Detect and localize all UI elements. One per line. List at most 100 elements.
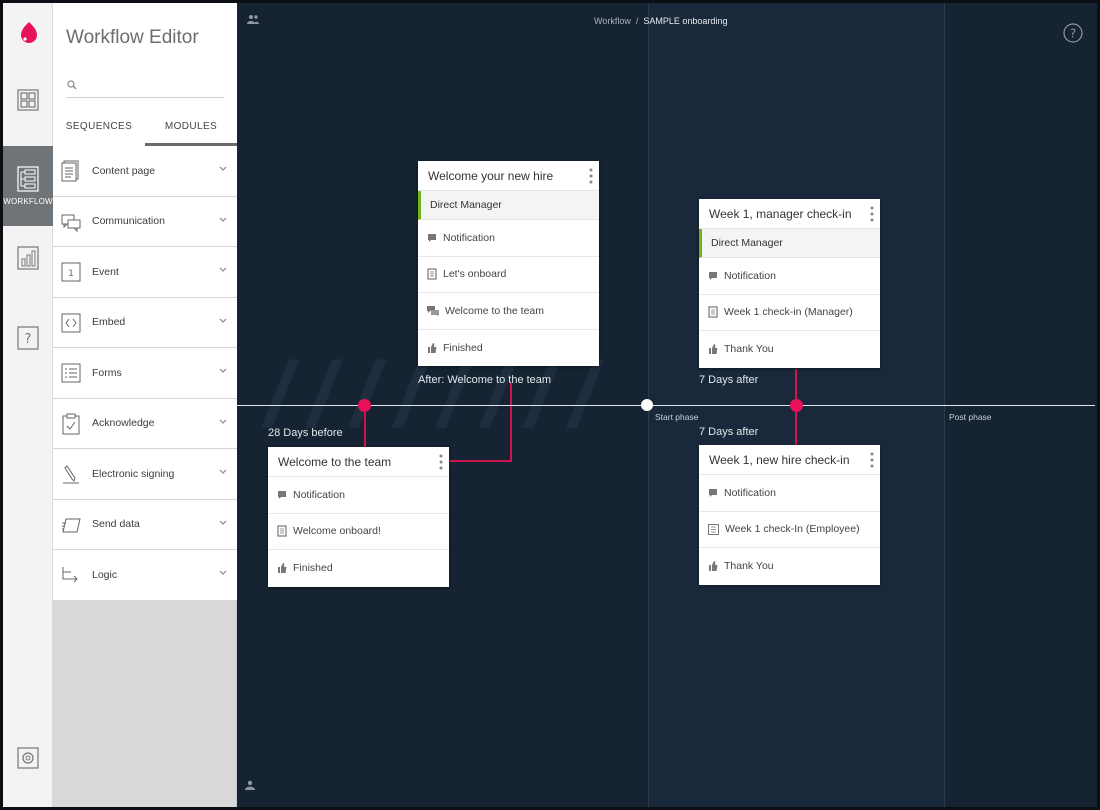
module-communication[interactable]: Communication (53, 196, 237, 247)
connector-line (510, 383, 512, 462)
rail-item-workflow[interactable]: WORKFLOW (3, 146, 53, 226)
svg-text:1: 1 (68, 269, 74, 279)
module-label: Send data (92, 518, 140, 531)
help-circle-icon[interactable]: ? (1063, 23, 1083, 43)
content-page-icon (277, 525, 287, 537)
chevron-down-icon (219, 368, 227, 373)
users-icon[interactable] (247, 14, 259, 24)
card-step-label: Notification (293, 488, 345, 501)
start-phase-node[interactable] (641, 399, 653, 411)
module-electronic-signing[interactable]: Electronic signing (53, 449, 237, 500)
electronic-signing-icon (63, 465, 79, 484)
card-step[interactable]: Thank You (699, 331, 880, 368)
connector-line (795, 411, 797, 445)
app-logo (21, 22, 37, 43)
card-step-label: Welcome onboard! (293, 525, 381, 538)
card-step[interactable]: Welcome to the team (418, 293, 599, 330)
card-role: Direct Manager (699, 229, 880, 258)
card-step[interactable]: Notification (268, 477, 449, 514)
logic-icon (62, 567, 78, 583)
card-step[interactable]: Notification (699, 258, 880, 295)
card-step[interactable]: Finished (268, 550, 449, 587)
module-label: Embed (92, 316, 126, 329)
rail-item-help[interactable]: ? (3, 313, 53, 363)
page-title: Workflow Editor (66, 27, 199, 48)
module-list: Content page Communication 1 Event Embed… (53, 146, 237, 601)
card-step-label: Finished (443, 341, 483, 354)
search-input[interactable] (66, 78, 224, 98)
thumbs-up-icon (709, 561, 718, 572)
content-page-icon (427, 268, 437, 280)
more-options-icon[interactable] (870, 206, 874, 222)
thumbs-up-icon (709, 344, 718, 355)
event-icon: 1 (61, 262, 81, 282)
card-step[interactable]: Let's onboard (418, 257, 599, 293)
card-step-label: Notification (724, 269, 776, 282)
form-icon (708, 523, 719, 535)
more-options-icon[interactable] (870, 452, 874, 468)
breadcrumb-parent[interactable]: Workflow (594, 16, 631, 26)
more-options-icon[interactable] (439, 454, 443, 470)
panel-header: Workflow Editor SEQUENCES MODULES (53, 3, 237, 146)
module-label: Content page (92, 164, 156, 177)
card-step[interactable]: Week 1 check-In (Employee) (699, 512, 880, 548)
card-step-label: Week 1 check-In (Employee) (725, 523, 860, 536)
sequence-card[interactable]: Week 1, new hire check-in Notification W… (699, 445, 880, 585)
module-content-page[interactable]: Content page (53, 146, 237, 197)
card-header[interactable]: Week 1, manager check-in (699, 199, 880, 229)
module-embed[interactable]: Embed (53, 297, 237, 348)
timing-label: 28 Days before (268, 427, 343, 439)
analytics-icon (17, 246, 39, 270)
chevron-down-icon (219, 520, 227, 525)
more-options-icon[interactable] (589, 168, 593, 184)
card-title: Week 1, new hire check-in (709, 453, 850, 467)
module-label: Acknowledge (92, 417, 155, 430)
card-step[interactable]: Welcome onboard! (268, 514, 449, 550)
sequence-card[interactable]: Welcome to the team Notification Welcome… (268, 447, 449, 587)
card-step[interactable]: Notification (418, 220, 599, 257)
card-step[interactable]: Notification (699, 475, 880, 512)
module-event[interactable]: 1 Event (53, 247, 237, 298)
notification-icon (709, 271, 717, 280)
breadcrumb-current: SAMPLE onboarding (643, 16, 728, 26)
rail-item-dashboard[interactable] (3, 75, 53, 125)
tab-modules[interactable]: MODULES (145, 110, 237, 146)
settings-icon (17, 747, 39, 769)
tab-sequences[interactable]: SEQUENCES (53, 110, 145, 146)
app-window: WORKFLOW ? Workflow Editor SEQUENCES MOD… (0, 0, 1100, 810)
card-title: Welcome your new hire (428, 169, 554, 183)
card-header[interactable]: Week 1, new hire check-in (699, 445, 880, 475)
rail-item-settings[interactable] (3, 733, 53, 783)
module-forms[interactable]: Forms (53, 348, 237, 399)
sequence-card[interactable]: Welcome your new hire Direct Manager Not… (418, 161, 599, 366)
chevron-down-icon (219, 419, 227, 424)
timeline-node[interactable] (790, 399, 803, 412)
timing-label: 7 Days after (699, 426, 759, 438)
workflow-icon (17, 166, 39, 192)
card-step-label: Thank You (724, 343, 774, 356)
chevron-down-icon (219, 267, 227, 272)
card-step[interactable]: Finished (418, 330, 599, 367)
card-step[interactable]: Week 1 check-in (Manager) (699, 295, 880, 331)
workflow-canvas[interactable]: Workflow / SAMPLE onboarding ? //////// … (237, 3, 1097, 807)
content-page-icon (61, 160, 79, 182)
rail-item-analytics[interactable] (3, 233, 53, 283)
card-step-label: Notification (443, 231, 495, 244)
icon-rail: WORKFLOW ? (3, 3, 53, 807)
sequence-card[interactable]: Week 1, manager check-in Direct Manager … (699, 199, 880, 368)
module-logic[interactable]: Logic (53, 550, 237, 601)
card-header[interactable]: Welcome your new hire (418, 161, 599, 191)
connector-line (449, 460, 512, 462)
timeline-node[interactable] (358, 399, 371, 412)
card-header[interactable]: Welcome to the team (268, 447, 449, 477)
module-label: Communication (92, 215, 165, 228)
module-send-data[interactable]: Send data (53, 499, 237, 550)
card-role: Direct Manager (418, 191, 599, 220)
timing-label: After: Welcome to the team (418, 374, 552, 386)
card-step-label: Week 1 check-in (Manager) (724, 306, 853, 319)
breadcrumb: Workflow / SAMPLE onboarding (594, 16, 727, 26)
dashboard-icon (17, 89, 39, 111)
module-acknowledge[interactable]: Acknowledge (53, 398, 237, 449)
card-step[interactable]: Thank You (699, 548, 880, 585)
user-icon[interactable] (245, 780, 255, 790)
